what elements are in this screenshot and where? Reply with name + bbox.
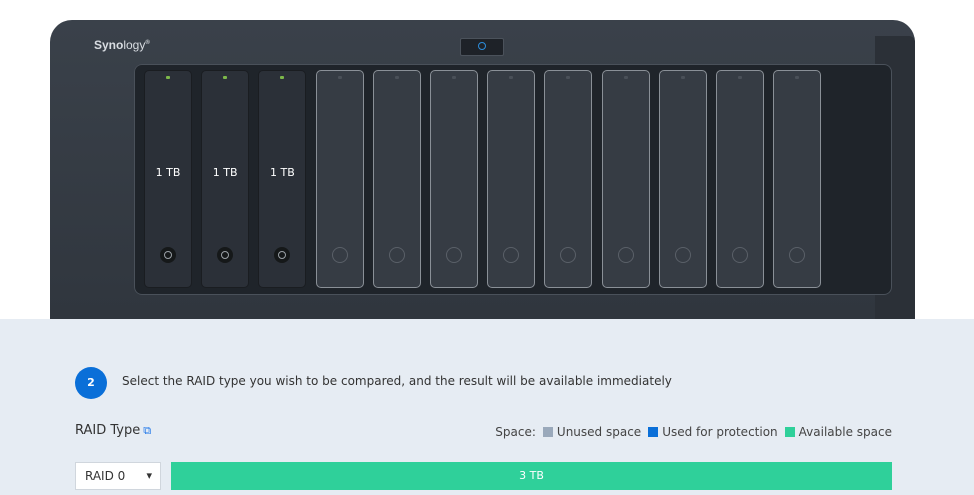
drive-latch-icon [674, 247, 691, 263]
drive-latch-icon [732, 247, 748, 263]
drive-latch-icon [789, 247, 806, 263]
legend-item-protection: Used for protection [648, 425, 778, 439]
legend-swatch-unused [542, 427, 553, 437]
drive-capacity: 1 TB [155, 166, 181, 179]
raid-type-select[interactable]: RAID 0 ▾ [75, 462, 161, 490]
drive-led-icon [509, 76, 514, 79]
legend-swatch-available [784, 427, 795, 437]
drive-latch-icon [560, 247, 577, 263]
drive-slot-empty[interactable] [487, 70, 536, 288]
drive-slot-installed[interactable]: 1 TB [144, 70, 192, 288]
chevron-down-icon: ▾ [146, 469, 152, 482]
raid-type-label: RAID Type ⧉ [75, 423, 151, 438]
drive-capacity: 1 TB [212, 166, 238, 179]
legend-item-unused: Unused space [542, 425, 642, 439]
nas-device: Synology® 1 TB 1 TB 1 TB [50, 20, 915, 319]
available-space-bar: 3 TB [171, 462, 892, 490]
drive-latch-icon [617, 247, 634, 263]
drive-latch-icon [160, 247, 176, 263]
drive-led-icon [337, 76, 342, 79]
drive-led-icon [394, 76, 399, 79]
drive-slot-empty[interactable] [430, 70, 478, 288]
drive-capacity: 1 TB [270, 166, 295, 179]
drive-latch-icon [446, 247, 462, 263]
legend-text-protection: Used for protection [662, 425, 778, 439]
drive-led-icon [623, 76, 628, 79]
drive-led-icon [223, 76, 228, 79]
drive-slot-empty[interactable] [658, 70, 707, 288]
drive-slot-empty[interactable] [773, 70, 822, 288]
drive-slot-empty[interactable] [601, 70, 650, 288]
drive-led-icon [566, 76, 571, 79]
drive-bay-frame: 1 TB 1 TB 1 TB [134, 64, 892, 295]
drive-led-icon [166, 76, 170, 79]
brand-logo: Synology® [94, 38, 150, 52]
step-instruction: Select the RAID type you wish to be comp… [122, 374, 672, 388]
drive-slot-empty[interactable] [315, 70, 364, 288]
drive-slot-installed[interactable]: 1 TB [201, 70, 250, 288]
legend-text-unused: Unused space [556, 425, 642, 439]
drive-latch-icon [388, 247, 405, 263]
legend-text-available: Available space [798, 425, 892, 439]
drive-slot-installed[interactable]: 1 TB [258, 70, 307, 288]
drive-led-icon [280, 76, 285, 79]
drive-latch-icon [503, 247, 520, 263]
drive-led-icon [680, 76, 685, 79]
power-led-icon [478, 42, 486, 50]
space-legend: Space: Unused space Used for protection … [495, 425, 892, 439]
drive-slot-empty[interactable] [544, 70, 593, 288]
legend-item-available: Available space [784, 425, 892, 439]
raid-panel: 2 Select the RAID type you wish to be co… [0, 319, 974, 495]
drive-led-icon [795, 76, 800, 79]
raid-type-title: RAID Type [75, 423, 141, 438]
drive-latch-icon [331, 247, 348, 263]
drive-latch-icon [217, 247, 234, 263]
drive-led-icon [738, 76, 742, 79]
drive-slot-empty[interactable] [716, 70, 764, 288]
legend-label: Space: [495, 425, 536, 439]
drive-led-icon [452, 76, 456, 79]
step-badge: 2 [75, 367, 107, 399]
power-button [460, 38, 504, 56]
drive-slot-empty[interactable] [372, 70, 421, 288]
legend-swatch-protection [648, 427, 659, 437]
external-link-icon[interactable]: ⧉ [143, 424, 151, 437]
available-space-label: 3 TB [519, 469, 544, 482]
drive-latch-icon [274, 247, 291, 263]
raid-type-selected: RAID 0 [85, 469, 126, 483]
